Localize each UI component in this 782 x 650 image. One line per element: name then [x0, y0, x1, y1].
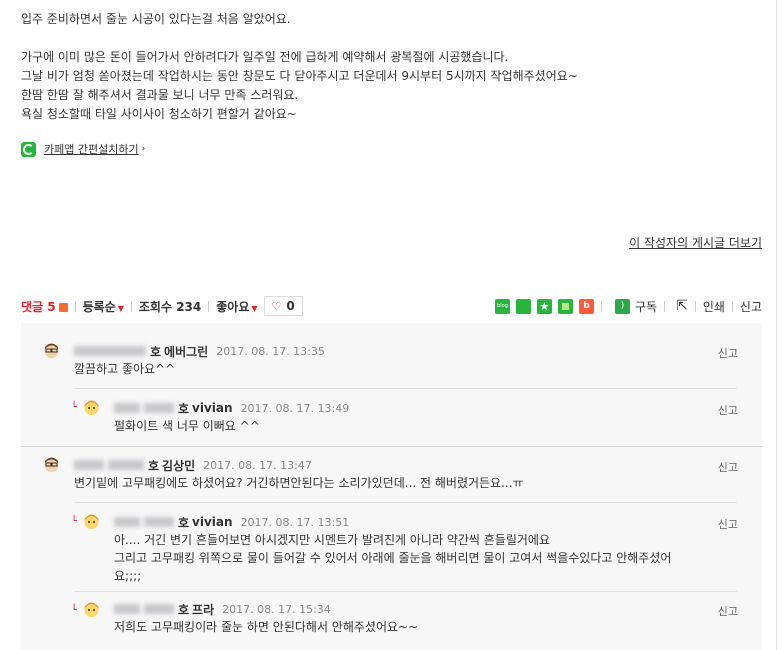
reply-arrow-icon: └	[71, 516, 78, 527]
blurred-unit	[74, 346, 146, 356]
post-line: 욕실 청소할때 타일 사이사이 청소하기 편할거 같아요~	[21, 107, 297, 121]
post-line: 가구에 이미 많은 돈이 들어가서 안하려다가 일주일 전에 급하게 예약해서 …	[21, 50, 509, 64]
reply-arrow-icon: └	[71, 605, 78, 616]
comments-count[interactable]: 댓글 5	[21, 298, 68, 315]
comment-nickname[interactable]: 에버그린	[164, 343, 208, 360]
comment-report-button[interactable]: 신고	[718, 459, 738, 475]
comment-date: 2017. 08. 17. 13:49	[240, 401, 350, 415]
post-line: 그날 비가 엄청 쏟아졌는데 작업하시는 동안 창문도 다 닫아주시고 더운데서…	[21, 69, 578, 83]
new-badge	[58, 302, 68, 312]
heart-icon: ♡	[271, 299, 282, 313]
cafe-app-install: 카페앱 간편설치하기 ›	[21, 141, 145, 157]
share-icon[interactable]: ⇱	[676, 298, 688, 314]
cafe-app-link[interactable]: 카페앱 간편설치하기	[44, 141, 139, 157]
caret-down-icon: ▼	[251, 303, 258, 313]
more-by-author-link[interactable]: 이 작성자의 게시글 더보기	[629, 234, 762, 251]
view-count: 조회수 234	[138, 299, 202, 314]
comment-report-button[interactable]: 신고	[718, 402, 738, 418]
sort-dropdown[interactable]: 등록순 ▼	[83, 298, 124, 315]
comment-nickname[interactable]: vivian	[192, 515, 233, 529]
comment-nickname[interactable]: vivian	[192, 401, 233, 415]
band-share-icon[interactable]: b	[578, 298, 594, 314]
like-count: 0	[286, 299, 295, 313]
comment-date: 2017. 08. 17. 15:34	[222, 602, 331, 616]
comment-report-button[interactable]: 신고	[718, 516, 738, 532]
like-button[interactable]: ♡ 0	[263, 296, 303, 316]
share-bar: blog ★ b ) 구독 ⇱ 인쇄 신고	[489, 296, 762, 316]
caret-down-icon: ▼	[117, 303, 124, 313]
report-button[interactable]: 신고	[740, 298, 762, 315]
avatar	[44, 457, 59, 472]
like-dropdown[interactable]: 좋아요 ▼	[216, 298, 257, 315]
comment-nickname[interactable]: 김상민	[162, 457, 195, 474]
post-body: 입주 준비하면서 줄눈 시공이 있다는걸 처음 알았어요. 가구에 이미 많은 …	[21, 10, 761, 124]
avatar	[84, 514, 99, 529]
comment-body: 깔끔하고 좋아요^^	[74, 362, 176, 376]
comment-body: 펄화이트 색 너무 이뻐요 ^^	[114, 419, 260, 433]
comment-body: 아.... 거긴 변기 흔들어보면 아시겠지만 시멘트가 발려진게 아니라 약간…	[114, 533, 672, 583]
reply-arrow-icon: └	[71, 402, 78, 413]
comment-body: 저희도 고무패킹이라 줄눈 하면 안된다해서 안해주셨어요~~	[114, 620, 419, 634]
subscribe-button[interactable]: 구독	[635, 298, 657, 315]
avatar	[84, 602, 99, 617]
memo-share-icon[interactable]	[557, 298, 573, 314]
cafe-app-icon	[21, 141, 36, 157]
comment-date: 2017. 08. 17. 13:47	[203, 458, 312, 472]
rss-icon[interactable]: )	[614, 298, 630, 314]
comment-nickname[interactable]: 프라	[192, 601, 214, 618]
cafe-share-icon[interactable]	[515, 298, 531, 314]
print-button[interactable]: 인쇄	[703, 298, 725, 315]
comment-date: 2017. 08. 17. 13:51	[240, 515, 350, 529]
post-toolbar: 댓글 5 등록순 ▼ 조회수 234 좋아요 ▼ ♡ 0 blog ★ b ) 구독 …	[21, 296, 762, 316]
comment-body: 변기밑에 고무패킹에도 하셨어요? 거긴하면안된다는 소리가있던데... 전 해…	[74, 476, 524, 490]
comment-list: 호 에버그린 2017. 08. 17. 13:35 신고 깔끔하고 좋아요^^…	[21, 323, 762, 650]
comment-report-button[interactable]: 신고	[718, 345, 738, 361]
right-border	[776, 0, 777, 650]
arrow-icon: ›	[141, 144, 146, 154]
avatar	[44, 343, 59, 358]
avatar	[84, 400, 99, 415]
post-line: 한땀 한땀 잘 해주셔서 결과물 보니 너무 만족 스러워요.	[21, 88, 299, 102]
post-line: 입주 준비하면서 줄눈 시공이 있다는걸 처음 알았어요.	[21, 12, 291, 26]
blog-share-icon[interactable]: blog	[494, 298, 510, 314]
comment-date: 2017. 08. 17. 13:35	[216, 344, 325, 358]
bookmark-star-icon[interactable]: ★	[536, 298, 552, 314]
comment-report-button[interactable]: 신고	[718, 603, 738, 619]
